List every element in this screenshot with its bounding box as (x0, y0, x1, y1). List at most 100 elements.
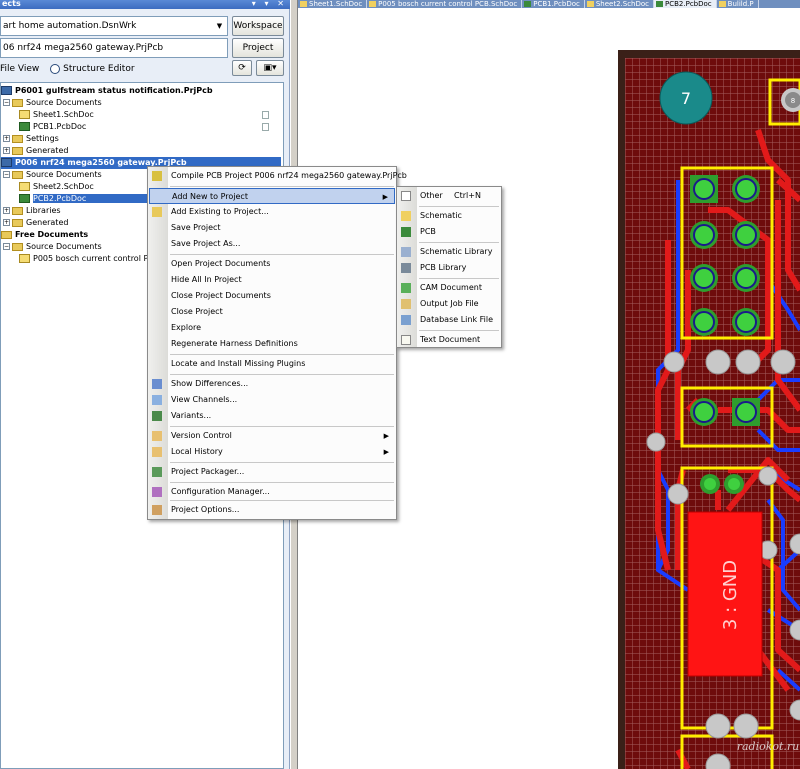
submenu-output-job[interactable]: Output Job File (398, 296, 500, 312)
expand-icon[interactable]: + (3, 135, 10, 142)
menu-label: Output Job File (420, 299, 479, 308)
submenu-schematic[interactable]: Schematic (398, 208, 500, 224)
menu-label: Close Project (171, 307, 223, 316)
menu-version-control[interactable]: Version Control ▶ (149, 428, 395, 444)
menu-separator (170, 462, 394, 463)
submenu-pcb-library[interactable]: PCB Library (398, 260, 500, 276)
tab-sheet1[interactable]: Sheet1.SchDoc (298, 0, 368, 8)
menu-label: Open Project Documents (171, 259, 271, 268)
menu-save-project-as[interactable]: Save Project As... (149, 236, 395, 252)
schematic-doc-icon (586, 1, 594, 7)
menu-add-existing[interactable]: Add Existing to Project... (149, 204, 395, 220)
tab-sheet2[interactable]: Sheet2.SchDoc (585, 0, 655, 8)
menu-explore[interactable]: Explore (149, 320, 395, 336)
tree-folder-source-2[interactable]: − Source Documents (3, 169, 102, 181)
menu-close-project[interactable]: Close Project (149, 304, 395, 320)
workspace-button[interactable]: Workspace (232, 16, 284, 36)
tree-label: Source Documents (26, 170, 102, 179)
project-icon (1, 86, 12, 95)
packager-icon (152, 467, 162, 477)
panel-controls[interactable]: ▾ ▾ ✕ (252, 0, 287, 8)
collapse-icon[interactable]: − (3, 99, 10, 106)
menu-label: Add New to Project (172, 192, 248, 201)
menu-add-new-to-project[interactable]: Add New to Project ▶ (149, 188, 395, 204)
tree-label: PCB1.PcbDoc (33, 122, 87, 131)
menu-label: Version Control (171, 431, 232, 440)
folder-options-icon[interactable]: ▣▾ (256, 60, 284, 76)
menu-close-project-documents[interactable]: Close Project Documents (149, 288, 395, 304)
menu-separator (419, 242, 499, 243)
menu-compile-project[interactable]: Compile PCB Project P006 nrf24 mega2560 … (149, 168, 407, 184)
panel-title: ects ▾ ▾ ✕ (0, 0, 290, 9)
tree-doc-p005[interactable]: P005 bosch current control PCB.S (19, 253, 167, 265)
submenu-schematic-library[interactable]: Schematic Library (398, 244, 500, 260)
tree-doc-pcb1[interactable]: PCB1.PcbDoc (19, 121, 285, 133)
project-button[interactable]: Project (232, 38, 284, 58)
submenu-cam-document[interactable]: CAM Document (398, 280, 500, 296)
menu-configuration-manager[interactable]: Configuration Manager... (149, 484, 395, 500)
menu-label: Database Link File (420, 315, 494, 324)
workspace-combo-value: art home automation.DsnWrk (3, 21, 137, 31)
submenu-text-document[interactable]: Text Document (398, 332, 500, 348)
expand-icon[interactable]: + (3, 219, 10, 226)
menu-locate-plugins[interactable]: Locate and Install Missing Plugins (149, 356, 395, 372)
structure-editor-radio[interactable]: Structure Editor (63, 64, 134, 74)
tree-folder-source-3[interactable]: − Source Documents (3, 241, 102, 253)
menu-label: PCB Library (420, 263, 467, 272)
project-combo-value: 06 nrf24 mega2560 gateway.PrjPcb (3, 43, 164, 53)
tree-label: Generated (26, 146, 69, 155)
structure-editor-radio-icon[interactable] (50, 63, 61, 74)
expand-icon[interactable]: + (3, 207, 10, 214)
pcb-doc-icon (401, 227, 411, 237)
folder-icon (12, 134, 23, 143)
tree-free-documents[interactable]: Free Documents (1, 229, 88, 241)
tree-folder-generated-1[interactable]: + Generated (3, 145, 68, 157)
menu-local-history[interactable]: Local History ▶ (149, 444, 395, 460)
menu-regenerate-harness[interactable]: Regenerate Harness Definitions (149, 336, 395, 352)
expand-icon[interactable]: + (3, 147, 10, 154)
tab-build[interactable]: Bulild.P (717, 0, 759, 8)
menu-project-options[interactable]: Project Options... (149, 502, 395, 518)
tree-folder-libraries[interactable]: + Libraries (3, 205, 61, 217)
project-context-menu: Compile PCB Project P006 nrf24 mega2560 … (147, 166, 407, 520)
tree-doc-sheet2[interactable]: Sheet2.SchDoc (19, 181, 94, 193)
menu-label: Locate and Install Missing Plugins (171, 359, 306, 368)
file-view-radio[interactable]: File View (0, 64, 39, 74)
cam-icon (401, 283, 411, 293)
submenu-other[interactable]: Other Ctrl+N (398, 188, 500, 204)
chevron-down-icon[interactable]: ▼ (214, 20, 225, 32)
submenu-pcb[interactable]: PCB (398, 224, 500, 240)
tree-project-p6001[interactable]: P6001 gulfstream status notification.Prj… (1, 85, 213, 97)
collapse-icon[interactable]: − (3, 243, 10, 250)
submenu-database-link[interactable]: Database Link File (398, 312, 500, 328)
menu-label: Save Project As... (171, 239, 241, 248)
project-icon (1, 158, 12, 167)
add-new-submenu: Other Ctrl+N Schematic PCB Schematic Libr… (396, 186, 502, 348)
tree-folder-settings[interactable]: + Settings (3, 133, 59, 145)
pcb-doc-icon (524, 1, 532, 7)
project-combo[interactable]: 06 nrf24 mega2560 gateway.PrjPcb (0, 38, 228, 58)
menu-show-differences[interactable]: Show Differences... (149, 376, 395, 392)
pcb-doc-icon (19, 194, 30, 203)
tree-label: Settings (26, 134, 59, 143)
menu-hide-all[interactable]: Hide All In Project (149, 272, 395, 288)
tab-pcb1[interactable]: PCB1.PcbDoc (522, 0, 585, 8)
menu-save-project[interactable]: Save Project (149, 220, 395, 236)
menu-label: CAM Document (420, 283, 482, 292)
tree-doc-sheet1[interactable]: Sheet1.SchDoc (19, 109, 285, 121)
menu-open-project-documents[interactable]: Open Project Documents (149, 256, 395, 272)
menu-variants[interactable]: Variants... (149, 408, 395, 424)
menu-view-channels[interactable]: View Channels... (149, 392, 395, 408)
menu-project-packager[interactable]: Project Packager... (149, 464, 395, 480)
tree-folder-source-1[interactable]: − Source Documents (3, 97, 102, 109)
refresh-icon[interactable]: ⟳ (232, 60, 252, 76)
tab-label: P005 bosch current control PCB.SchDoc (378, 0, 518, 8)
tab-pcb2[interactable]: PCB2.PcbDoc (654, 0, 717, 8)
tree-folder-generated-2[interactable]: + Generated (3, 217, 68, 229)
workspace-combo[interactable]: art home automation.DsnWrk ▼ (0, 16, 228, 36)
menu-separator (419, 278, 499, 279)
collapse-icon[interactable]: − (3, 171, 10, 178)
build-icon (718, 1, 726, 7)
gnd-pad-label: 3 : GND (720, 560, 741, 630)
tab-p005[interactable]: P005 bosch current control PCB.SchDoc (367, 0, 523, 8)
